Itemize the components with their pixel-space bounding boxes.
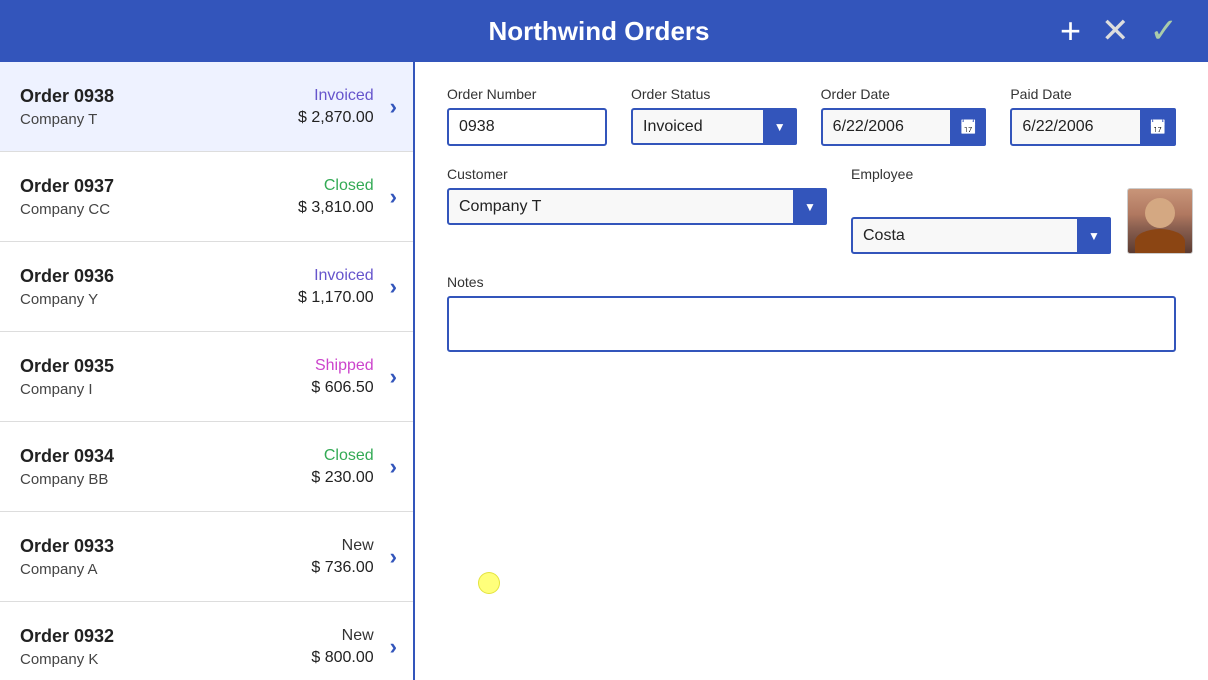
order-status-label: Order Status <box>631 86 797 102</box>
order-info: Order 0938 Company T <box>20 86 298 128</box>
order-amount: $ 2,870.00 <box>298 109 374 127</box>
employee-select-wrapper: CostaOther Employee <box>851 217 1111 254</box>
order-amount: $ 230.00 <box>311 469 373 487</box>
order-right: Invoiced $ 1,170.00 <box>298 267 374 307</box>
customer-group: Customer Company TCompany CCCompany YCom… <box>447 166 827 254</box>
order-name: Order 0932 <box>20 626 311 647</box>
app-title: Northwind Orders <box>144 16 1054 47</box>
form-row-1: Order Number Order Status NewInvoicedShi… <box>447 86 1176 146</box>
customer-label: Customer <box>447 166 827 182</box>
order-name: Order 0938 <box>20 86 298 107</box>
close-button[interactable]: ✕ <box>1095 10 1136 52</box>
order-name: Order 0934 <box>20 446 311 467</box>
order-company: Company BB <box>20 471 311 488</box>
order-amount: $ 1,170.00 <box>298 289 374 307</box>
employee-select[interactable]: CostaOther Employee <box>851 217 1111 254</box>
save-button[interactable]: ✓ <box>1144 10 1185 52</box>
order-item-0935[interactable]: Order 0935 Company I Shipped $ 606.50 › <box>0 332 413 422</box>
header-actions: + ✕ ✓ <box>1054 9 1184 53</box>
order-date-calendar-button[interactable] <box>950 108 986 146</box>
paid-date-group: Paid Date <box>1010 86 1176 146</box>
form-row-2: Customer Company TCompany CCCompany YCom… <box>447 166 1176 254</box>
order-status: Shipped <box>315 357 374 375</box>
order-item-0932[interactable]: Order 0932 Company K New $ 800.00 › <box>0 602 413 680</box>
order-chevron-icon[interactable]: › <box>390 454 397 480</box>
employee-photo-image <box>1128 188 1192 254</box>
order-date-wrapper <box>821 108 987 146</box>
order-right: Invoiced $ 2,870.00 <box>298 87 374 127</box>
order-status: New <box>342 537 374 555</box>
order-amount: $ 606.50 <box>311 379 373 397</box>
order-name: Order 0933 <box>20 536 311 557</box>
order-company: Company I <box>20 381 311 398</box>
paid-date-calendar-button[interactable] <box>1140 108 1176 146</box>
order-chevron-icon[interactable]: › <box>390 274 397 300</box>
order-date-label: Order Date <box>821 86 987 102</box>
order-info: Order 0936 Company Y <box>20 266 298 308</box>
app-container: Northwind Orders + ✕ ✓ Order 0938 Compan… <box>0 0 1208 680</box>
order-status: Closed <box>324 447 374 465</box>
order-number-label: Order Number <box>447 86 607 102</box>
order-status: Invoiced <box>314 87 374 105</box>
order-status: New <box>342 627 374 645</box>
paid-date-label: Paid Date <box>1010 86 1176 102</box>
customer-select-wrapper: Company TCompany CCCompany YCompany ICom… <box>447 188 827 225</box>
detail-panel: Order Number Order Status NewInvoicedShi… <box>415 62 1208 680</box>
order-item-0933[interactable]: Order 0933 Company A New $ 736.00 › <box>0 512 413 602</box>
order-number-input[interactable] <box>447 108 607 146</box>
orders-list[interactable]: Order 0938 Company T Invoiced $ 2,870.00… <box>0 62 415 680</box>
order-company: Company K <box>20 651 311 668</box>
add-button[interactable]: + <box>1054 9 1087 53</box>
order-info: Order 0933 Company A <box>20 536 311 578</box>
order-right: Closed $ 3,810.00 <box>298 177 374 217</box>
order-company: Company T <box>20 111 298 128</box>
order-company: Company A <box>20 561 311 578</box>
order-name: Order 0937 <box>20 176 298 197</box>
order-info: Order 0935 Company I <box>20 356 311 398</box>
order-amount: $ 800.00 <box>311 649 373 667</box>
order-amount: $ 3,810.00 <box>298 199 374 217</box>
order-status-group: Order Status NewInvoicedShippedClosed <box>631 86 797 146</box>
order-company: Company Y <box>20 291 298 308</box>
notes-textarea[interactable] <box>447 296 1176 352</box>
order-chevron-icon[interactable]: › <box>390 544 397 570</box>
order-right: New $ 800.00 <box>311 627 373 667</box>
order-amount: $ 736.00 <box>311 559 373 577</box>
employee-row: CostaOther Employee <box>851 188 1193 254</box>
order-chevron-icon[interactable]: › <box>390 94 397 120</box>
paid-date-wrapper <box>1010 108 1176 146</box>
notes-group: Notes <box>447 274 1176 352</box>
order-chevron-icon[interactable]: › <box>390 364 397 390</box>
employee-group: Employee CostaOther Employee <box>851 166 1193 254</box>
employee-photo <box>1127 188 1193 254</box>
customer-select[interactable]: Company TCompany CCCompany YCompany ICom… <box>447 188 827 225</box>
order-info: Order 0937 Company CC <box>20 176 298 218</box>
main-content: Order 0938 Company T Invoiced $ 2,870.00… <box>0 62 1208 680</box>
order-right: Shipped $ 606.50 <box>311 357 373 397</box>
order-status-select[interactable]: NewInvoicedShippedClosed <box>631 108 797 145</box>
order-item-0934[interactable]: Order 0934 Company BB Closed $ 230.00 › <box>0 422 413 512</box>
order-status: Closed <box>324 177 374 195</box>
order-item-0937[interactable]: Order 0937 Company CC Closed $ 3,810.00 … <box>0 152 413 242</box>
order-right: Closed $ 230.00 <box>311 447 373 487</box>
order-item-0938[interactable]: Order 0938 Company T Invoiced $ 2,870.00… <box>0 62 413 152</box>
order-status-select-wrapper: NewInvoicedShippedClosed <box>631 108 797 145</box>
header: Northwind Orders + ✕ ✓ <box>0 0 1208 62</box>
order-name: Order 0936 <box>20 266 298 287</box>
order-number-group: Order Number <box>447 86 607 146</box>
order-right: New $ 736.00 <box>311 537 373 577</box>
form-row-3: Notes <box>447 274 1176 352</box>
order-company: Company CC <box>20 201 298 218</box>
employee-label: Employee <box>851 166 1193 182</box>
order-info: Order 0934 Company BB <box>20 446 311 488</box>
order-status: Invoiced <box>314 267 374 285</box>
order-date-group: Order Date <box>821 86 987 146</box>
notes-label: Notes <box>447 274 1176 290</box>
order-chevron-icon[interactable]: › <box>390 634 397 660</box>
order-chevron-icon[interactable]: › <box>390 184 397 210</box>
order-item-0936[interactable]: Order 0936 Company Y Invoiced $ 1,170.00… <box>0 242 413 332</box>
order-info: Order 0932 Company K <box>20 626 311 668</box>
order-name: Order 0935 <box>20 356 311 377</box>
